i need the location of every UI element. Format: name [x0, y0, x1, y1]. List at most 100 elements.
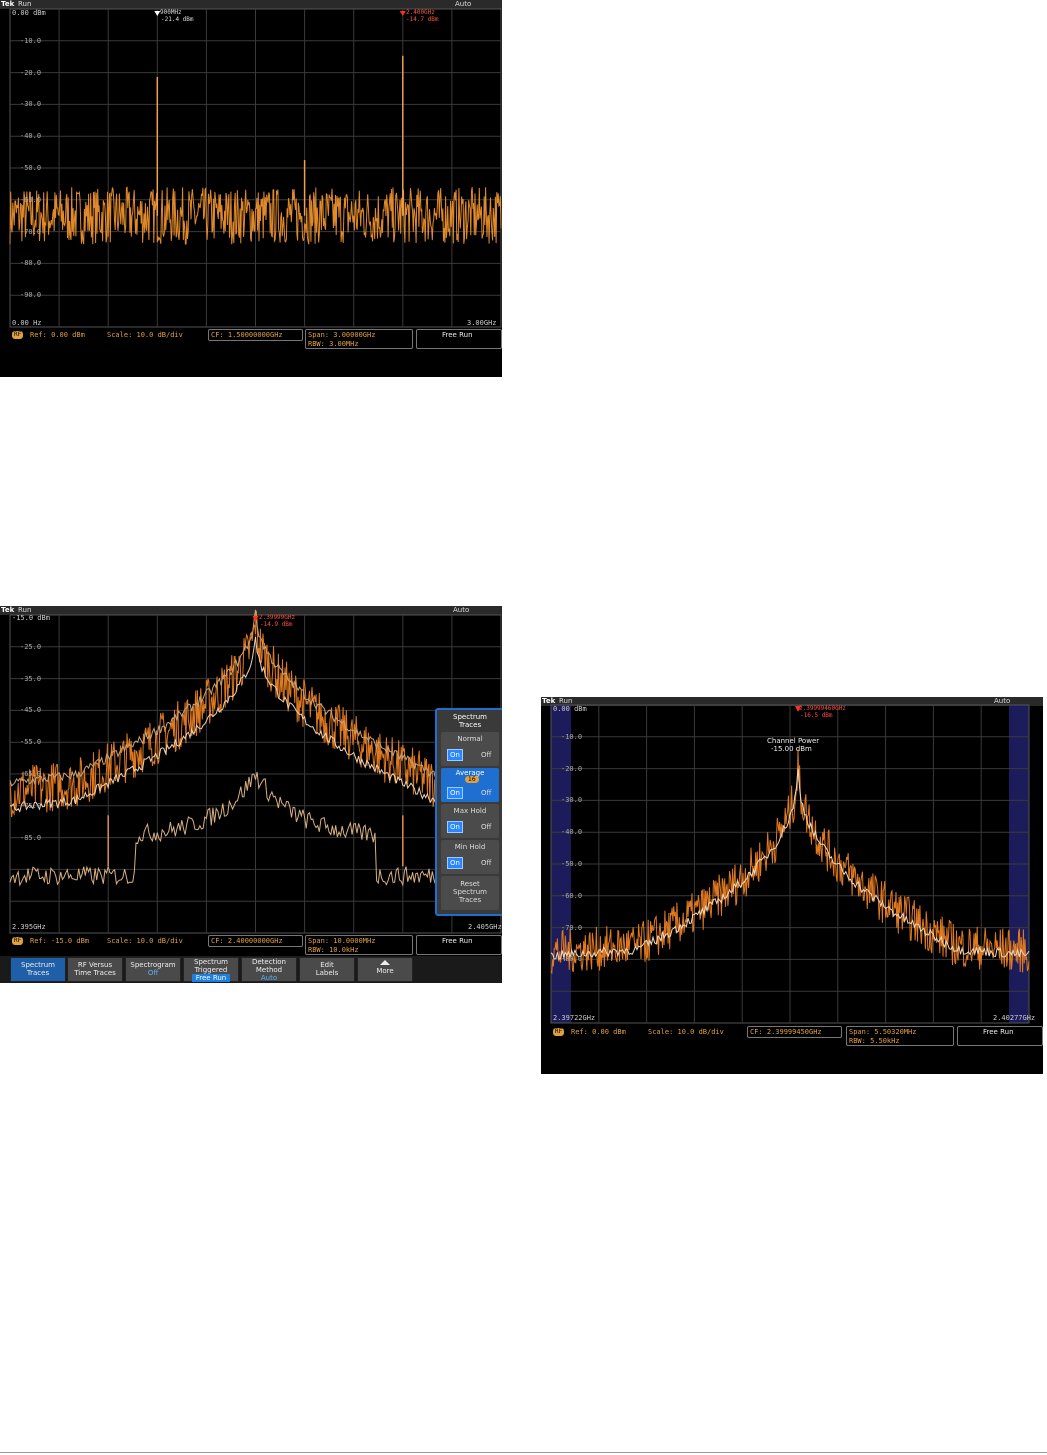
- center-frequency-box[interactable]: CF: 1.50000000GHz: [208, 329, 303, 341]
- average-count-badge[interactable]: 16: [465, 776, 479, 783]
- y-tick-label: -65.0: [20, 770, 42, 778]
- spectrum-traces-button[interactable]: Spectrum Traces: [10, 957, 66, 982]
- reference-level-label: -15.0 dBm: [12, 614, 50, 622]
- spectrum-plot: [9, 8, 502, 328]
- y-tick-label: -90.0: [20, 291, 42, 300]
- center-frequency-box[interactable]: CF: 2.39999450GHz: [747, 1026, 842, 1038]
- spectrum-triggered-button[interactable]: Spectrum Triggered Free Run: [183, 957, 239, 982]
- span-rbw-box[interactable]: Span: 10.0000MHz RBW: 10.0kHz: [305, 935, 413, 955]
- run-mode-label: Free Run: [442, 937, 473, 945]
- min-hold-label: Min Hold: [454, 843, 486, 851]
- run-mode-box[interactable]: Free Run: [416, 935, 502, 955]
- y-tick-label: -60.0: [20, 195, 42, 204]
- y-tick-label: -30.0: [20, 100, 42, 109]
- min-hold-item[interactable]: Min Hold On Off: [441, 840, 499, 874]
- x-end-label: 2.40277GHz: [993, 1014, 1036, 1022]
- min-hold-on-button[interactable]: On: [447, 857, 463, 869]
- max-hold-on-button[interactable]: On: [447, 821, 463, 833]
- scale-readout[interactable]: Scale: 10.0 dB/div: [107, 937, 183, 945]
- marker-2-amplitude: -14.7 dBm: [406, 16, 439, 23]
- spectrogram-button[interactable]: Spectrogram Off: [125, 957, 181, 982]
- rbw-readout: RBW: 5.50kHz: [849, 1037, 900, 1045]
- y-tick-label: -75.0: [20, 801, 42, 810]
- span-readout: Span: 3.00000GHz: [308, 331, 376, 339]
- y-tick-label: -70.0: [561, 923, 583, 932]
- scope-screen-2: Tek Run Auto -15.0 dBm -25.0 -35.0 -45.0 -5…: [0, 606, 502, 983]
- rf-badge: RF: [553, 1028, 565, 1036]
- x-start-label: 2.39722GHz: [553, 1014, 596, 1022]
- marker-amplitude: -16.5 dBm: [800, 712, 833, 719]
- average-on-button[interactable]: On: [447, 787, 463, 799]
- max-hold-label: Max Hold: [453, 807, 487, 815]
- y-tick-label: -25.0: [20, 642, 42, 651]
- scale-readout[interactable]: Scale: 10.0 dB/div: [107, 331, 183, 339]
- spectrum-plot: [9, 609, 502, 934]
- center-frequency-box[interactable]: CF: 2.40000000GHz: [208, 935, 303, 947]
- average-off-button[interactable]: Off: [481, 789, 491, 797]
- y-tick-label: -35.0: [20, 674, 42, 683]
- channel-power-label: Channel Power: [767, 737, 820, 745]
- y-tick-label: -80.0: [20, 259, 42, 268]
- scale-readout[interactable]: Scale: 10.0 dB/div: [648, 1028, 724, 1036]
- y-tick-label: -70.0: [20, 227, 42, 236]
- y-tick-label: -50.0: [561, 860, 583, 868]
- normal-off-button[interactable]: Off: [481, 751, 491, 759]
- y-tick-label: -10.0: [20, 36, 42, 45]
- y-tick-label: -30.0: [561, 796, 583, 805]
- spectrum-plot: [550, 704, 1030, 1024]
- y-tick-label: -10.0: [561, 732, 583, 741]
- y-tick-label: -20.0: [20, 68, 42, 77]
- x-end-label: 3.00GHz: [467, 319, 497, 327]
- center-frequency-readout: CF: 2.40000000GHz: [211, 937, 283, 945]
- max-hold-off-button[interactable]: Off: [481, 823, 491, 831]
- rbw-readout: RBW: 10.0kHz: [308, 946, 359, 954]
- scope-screen-3: Tek Run Auto 0.00 dBm -10.0 -20.0 -30.0 -40…: [541, 697, 1043, 1074]
- run-mode-label: Free Run: [442, 331, 473, 339]
- y-tick-label: -40.0: [20, 132, 42, 141]
- reference-readout[interactable]: Ref: 0.00 dBm: [30, 331, 85, 339]
- scope-screen-1: Tek Run Auto 0.00 dBm -10.0 -20.0 -30.0 -40…: [0, 0, 502, 377]
- span-readout: Span: 5.50320MHz: [849, 1028, 917, 1036]
- run-mode-box[interactable]: Free Run: [416, 329, 502, 349]
- reference-level-label: 0.00 dBm: [12, 9, 46, 17]
- y-tick-label: -80.0: [561, 955, 583, 964]
- min-hold-off-button[interactable]: Off: [481, 859, 491, 867]
- reset-spectrum-traces-button[interactable]: Reset Spectrum Traces: [441, 876, 499, 910]
- marker-2-icon: [399, 11, 406, 16]
- rbw-readout: RBW: 3.00MHz: [308, 340, 359, 348]
- center-frequency-readout: CF: 1.50000000GHz: [211, 331, 283, 339]
- max-hold-item[interactable]: Max Hold On Off: [441, 804, 499, 838]
- more-button[interactable]: More: [357, 957, 413, 982]
- y-tick-label: -60.0: [561, 891, 583, 900]
- x-start-label: 2.395GHz: [12, 923, 46, 931]
- span-rbw-box[interactable]: Span: 3.00000GHz RBW: 3.00MHz: [305, 329, 413, 349]
- panel-title: Spectrum Traces: [453, 713, 487, 729]
- detection-method-button[interactable]: Detection Method Auto: [241, 957, 297, 982]
- rf-badge: RF: [12, 331, 24, 339]
- x-start-label: 0.00 Hz: [12, 319, 42, 327]
- normal-trace-item[interactable]: Normal On Off: [441, 732, 499, 766]
- span-rbw-box[interactable]: Span: 5.50320MHz RBW: 5.50kHz: [846, 1026, 954, 1046]
- spectrum-traces-panel: Spectrum Traces Normal On Off Average 16 …: [435, 708, 502, 916]
- reference-level-label: 0.00 dBm: [553, 705, 587, 713]
- y-tick-label: -55.0: [20, 738, 42, 747]
- channel-power-value: -15.00 dBm: [771, 745, 812, 753]
- chevron-up-icon: [380, 960, 390, 965]
- rf-versus-time-traces-button[interactable]: RF Versus Time Traces: [67, 957, 123, 982]
- average-trace-item[interactable]: Average 16 On Off: [441, 768, 499, 802]
- x-end-label: 2.405GHz: [468, 923, 502, 931]
- marker-1-amplitude: -21.4 dBm: [161, 16, 194, 23]
- reference-readout[interactable]: Ref: -15.0 dBm: [30, 937, 89, 945]
- normal-on-button[interactable]: On: [447, 749, 463, 761]
- run-mode-box[interactable]: Free Run: [957, 1026, 1043, 1046]
- rf-badge: RF: [12, 937, 24, 945]
- page-footer-rule: [0, 1452, 1047, 1453]
- reference-readout[interactable]: Ref: 0.00 dBm: [571, 1028, 626, 1036]
- marker-icon: [252, 616, 259, 622]
- y-tick-label: -40.0: [561, 828, 583, 837]
- edit-labels-button[interactable]: Edit Labels: [299, 957, 355, 982]
- normal-label: Normal: [457, 735, 483, 743]
- bottom-menu: Spectrum Traces RF Versus Time Traces Spec…: [0, 956, 502, 983]
- y-tick-label: -45.0: [20, 706, 42, 715]
- y-tick-label: -85.0: [20, 833, 42, 842]
